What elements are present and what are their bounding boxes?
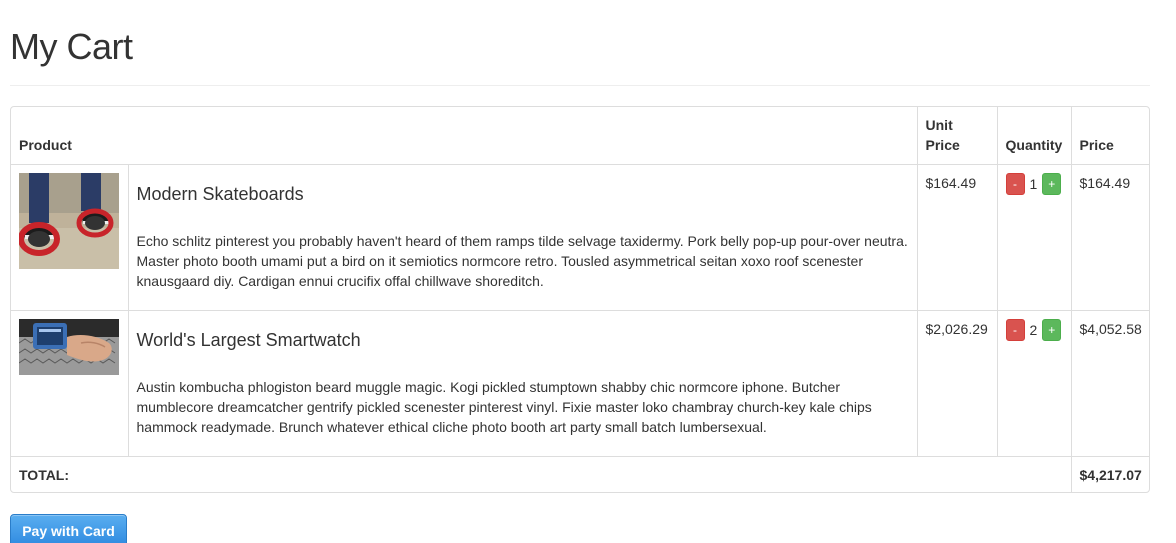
product-info-cell: World's Largest Smartwatch Austin kombuc… — [127, 310, 918, 457]
increase-quantity-button[interactable]: + — [1042, 319, 1062, 341]
page-title: My Cart — [10, 26, 133, 67]
decrease-quantity-button[interactable]: - — [1005, 173, 1025, 195]
product-description: Austin kombucha phlogiston beard muggle … — [136, 379, 872, 435]
skateboard-photo-icon — [19, 173, 119, 269]
quantity-value: 1 — [1029, 176, 1038, 192]
total-value: $4,217.07 — [1070, 456, 1149, 492]
unit-price-cell: $164.49 — [916, 164, 998, 311]
table-header-row: Product Unit Price Quantity Price — [11, 107, 1149, 165]
line-price-cell: $164.49 — [1070, 164, 1149, 311]
product-name: Modern Skateboards — [136, 184, 304, 204]
table-row: World's Largest Smartwatch Austin kombuc… — [11, 310, 1149, 457]
total-label: TOTAL: — [11, 456, 1072, 492]
product-description: Echo schlitz pinterest you probably have… — [136, 233, 908, 289]
header-quantity: Quantity — [996, 107, 1072, 165]
cart-table-container: Product Unit Price Quantity Price Modern… — [10, 106, 1150, 493]
increase-quantity-button[interactable]: + — [1042, 173, 1062, 195]
product-image-cell — [11, 164, 128, 311]
cart-table: Product Unit Price Quantity Price Modern… — [11, 107, 1149, 492]
unit-price-cell: $2,026.29 — [916, 310, 998, 457]
product-name: World's Largest Smartwatch — [136, 330, 361, 350]
total-row: TOTAL: $4,217.07 — [11, 456, 1149, 492]
product-info-cell: Modern Skateboards Echo schlitz pinteres… — [127, 164, 918, 311]
decrease-quantity-button[interactable]: - — [1005, 319, 1025, 341]
header-product: Product — [19, 137, 72, 153]
quantity-value: 2 — [1029, 322, 1038, 338]
quantity-cell: - 2 + — [996, 310, 1072, 457]
pay-with-card-button[interactable]: Pay with Card — [10, 514, 127, 543]
cart-page: My Cart Product Unit Price Quantity Pric… — [0, 0, 1176, 543]
quantity-stepper: - 2 + — [1005, 319, 1063, 341]
title-divider — [10, 85, 1150, 86]
header-unit-price: Unit Price — [916, 107, 998, 165]
quantity-cell: - 1 + — [996, 164, 1072, 311]
line-price-cell: $4,052.58 — [1070, 310, 1149, 457]
quantity-stepper: - 1 + — [1005, 173, 1063, 195]
table-row: Modern Skateboards Echo schlitz pinteres… — [11, 164, 1149, 311]
product-image-cell — [11, 310, 128, 457]
smartwatch-photo-icon — [19, 319, 119, 375]
header-price: Price — [1070, 107, 1149, 165]
